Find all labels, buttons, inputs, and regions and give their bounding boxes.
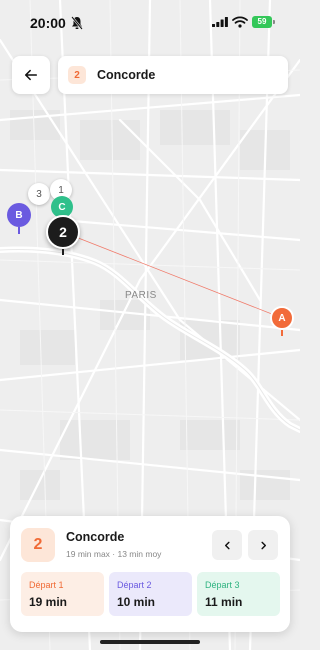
- bell-muted-icon: [71, 16, 83, 30]
- station-number-badge: 2: [68, 66, 86, 84]
- departure-1-value: 19 min: [29, 595, 68, 609]
- marker-2-pin: [62, 249, 64, 255]
- marker-3-label: 3: [36, 188, 42, 200]
- marker-2-label: 2: [59, 224, 67, 240]
- battery-tip: [273, 20, 275, 24]
- arrow-left-icon: [24, 69, 38, 81]
- marker-2-selected[interactable]: 2: [46, 215, 80, 249]
- chevron-right-icon: [260, 541, 266, 549]
- signal-icon: [212, 17, 228, 27]
- prev-button[interactable]: [212, 530, 242, 560]
- marker-b-label: B: [15, 209, 23, 221]
- chevron-left-icon: [224, 541, 230, 549]
- status-time: 20:00: [30, 15, 66, 31]
- marker-a-label: A: [278, 312, 286, 324]
- departure-3-value: 11 min: [205, 595, 243, 609]
- card-title: Concorde: [66, 530, 125, 544]
- station-header[interactable]: 2 Concorde: [58, 56, 288, 94]
- battery-charging-icon: 59: [252, 16, 272, 28]
- status-bar: 20:00 59: [0, 0, 300, 46]
- card-number-badge: 2: [21, 528, 55, 562]
- departure-3[interactable]: Départ 3 11 min: [197, 572, 280, 616]
- marker-c-label: C: [58, 201, 66, 213]
- departure-2-label: Départ 2: [117, 580, 152, 590]
- departure-3-label: Départ 3: [205, 580, 240, 590]
- city-label: PARIS: [125, 290, 157, 301]
- station-name: Concorde: [97, 68, 156, 82]
- battery-level: 59: [257, 17, 267, 26]
- departure-1-label: Départ 1: [29, 580, 64, 590]
- next-button[interactable]: [248, 530, 278, 560]
- departure-1[interactable]: Départ 1 19 min: [21, 572, 104, 616]
- marker-a[interactable]: A: [270, 306, 294, 330]
- marker-b-pin: [18, 227, 20, 234]
- departure-2[interactable]: Départ 2 10 min: [109, 572, 192, 616]
- wifi-icon: [232, 16, 248, 28]
- station-card: 2 Concorde 19 min max · 13 min moy Dépar…: [10, 516, 290, 632]
- back-button[interactable]: [12, 56, 50, 94]
- marker-b[interactable]: B: [7, 203, 31, 227]
- departure-2-value: 10 min: [117, 595, 156, 609]
- marker-1-label: 1: [58, 184, 64, 196]
- home-indicator[interactable]: [100, 640, 200, 644]
- card-subtitle: 19 min max · 13 min moy: [66, 549, 162, 559]
- marker-a-pin: [281, 330, 283, 336]
- marker-3[interactable]: 3: [28, 183, 50, 205]
